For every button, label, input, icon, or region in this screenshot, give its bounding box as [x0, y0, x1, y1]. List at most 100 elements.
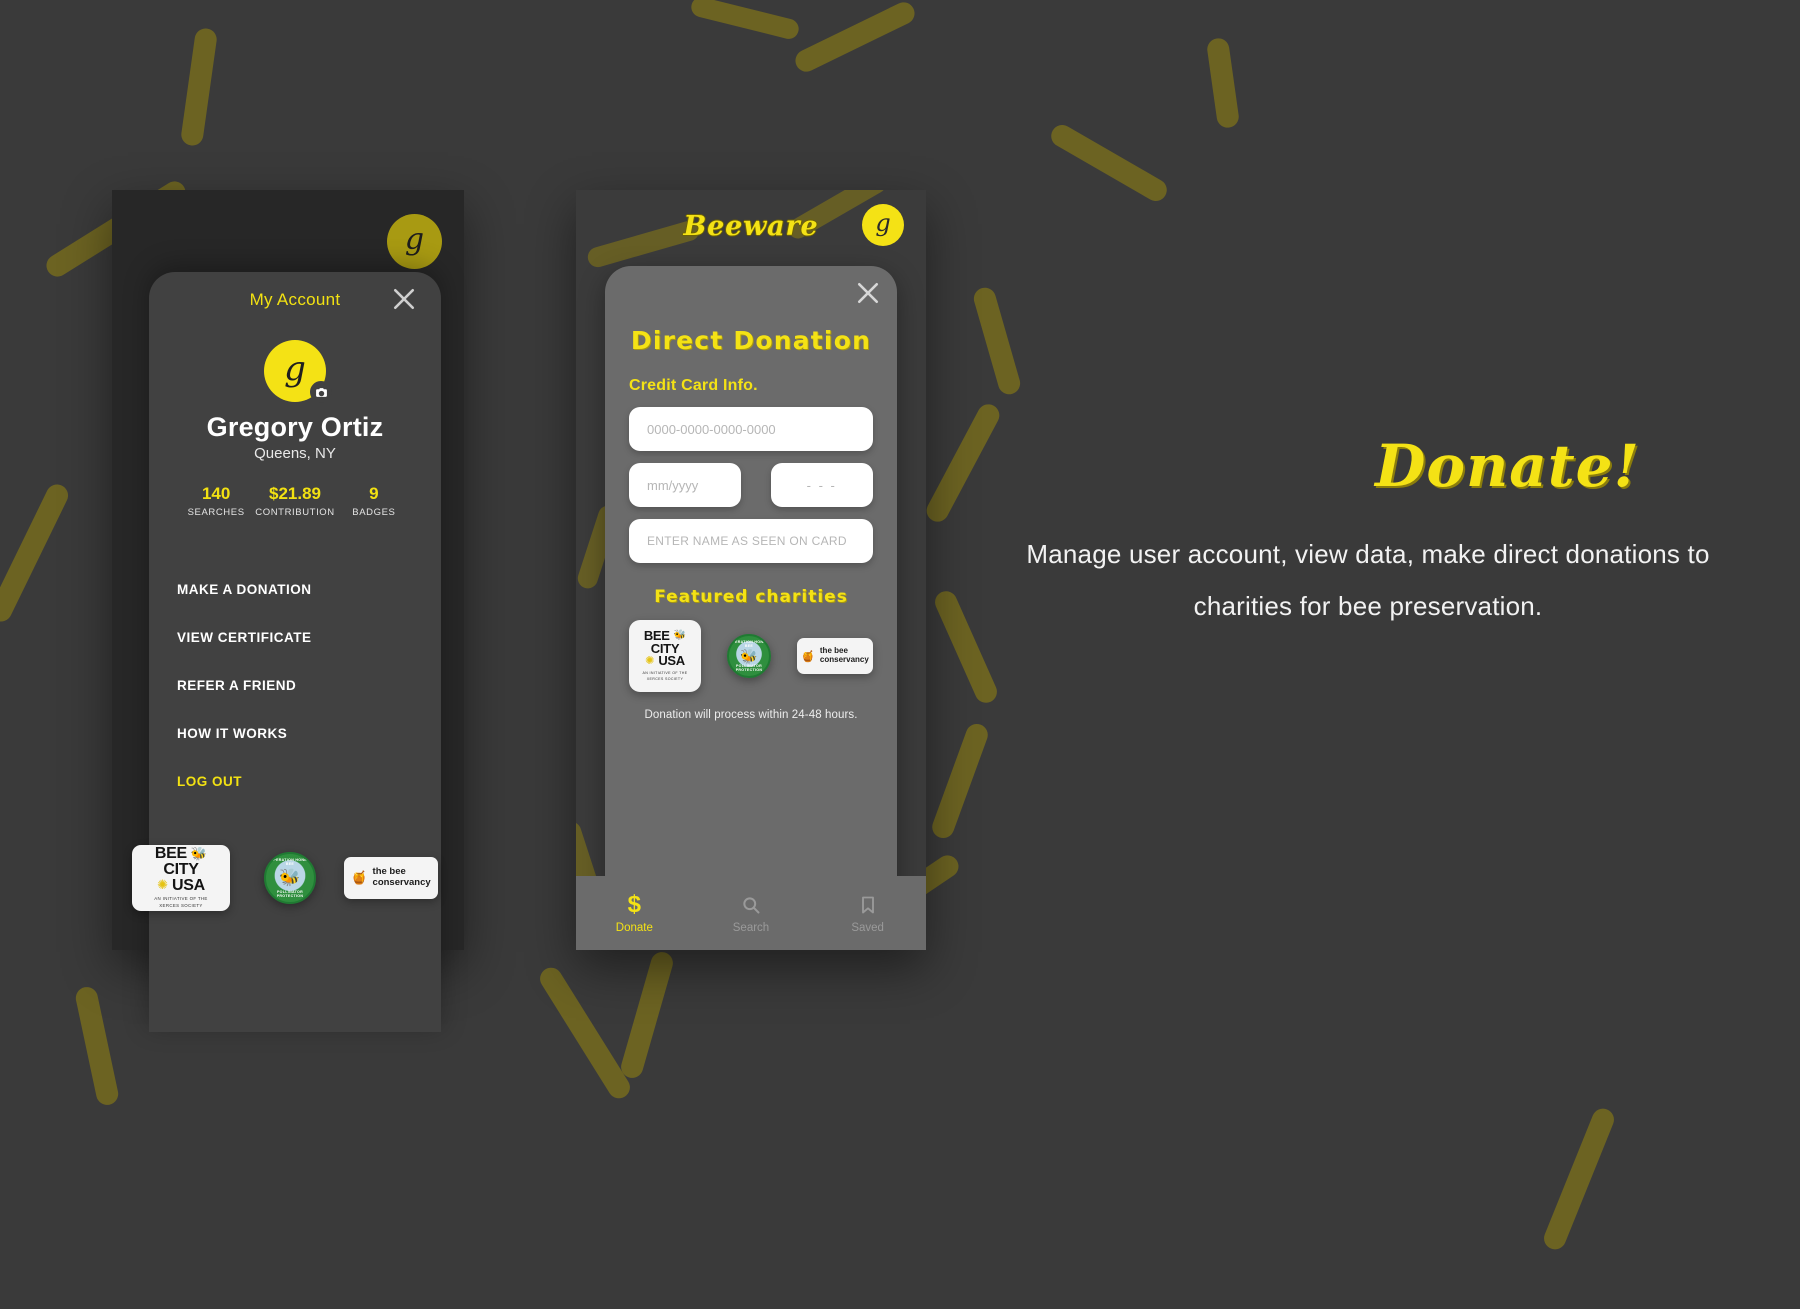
marketing-copy: Donate! Manage user account, view data, … [1018, 432, 1718, 632]
canvas: g My Account g Gregory Ortiz Queens, NY … [0, 0, 1800, 1309]
header-profile-badge[interactable]: g [862, 204, 904, 246]
logo-text-line2: conservancy [372, 877, 431, 888]
logo-subtext-2: XERCES SOCIETY [159, 903, 203, 909]
menu-item-view-certificate[interactable]: VIEW CERTIFICATE [177, 614, 413, 662]
stat-searches: 140 SEARCHES [177, 484, 255, 518]
account-menu: MAKE A DONATION VIEW CERTIFICATE REFER A… [177, 566, 413, 806]
logo-subtext-1: AN INITIATIVE OF THE [154, 896, 208, 902]
stat-value: 140 [201, 484, 231, 503]
app-brand-title: Beeware [683, 210, 819, 242]
logo-subtext-1: AN INITIATIVE OF THE [642, 671, 688, 676]
bookmark-icon [810, 892, 926, 918]
avatar[interactable]: g [264, 340, 332, 403]
decor-dash [1205, 36, 1241, 130]
cardholder-name-input[interactable] [629, 519, 873, 563]
flower-icon: ✺ [645, 655, 655, 668]
flower-icon: ✺ [157, 877, 168, 893]
decor-dash [1540, 1105, 1618, 1253]
tab-label: Search [732, 922, 770, 934]
decor-dash [929, 720, 991, 842]
logo-text-line2: CITY [163, 861, 199, 879]
sheet-header: My Account [177, 288, 415, 324]
stat-contribution: $21.89 CONTRIBUTION [255, 484, 335, 518]
decor-dash [791, 0, 919, 76]
expiry-cvv-row [629, 451, 873, 507]
stat-value: $21.89 [269, 484, 321, 503]
app-header: Beeware g [576, 190, 926, 262]
search-icon [693, 892, 809, 918]
phone-donate-screen: Beeware g Direct Donation Credit Card In… [576, 190, 926, 950]
logo-text-line1: BEE [154, 845, 187, 863]
marketing-headline: Donate! [1375, 432, 1640, 500]
bee-icon: 🐝 [673, 630, 687, 642]
menu-item-refer-a-friend[interactable]: REFER A FRIEND [177, 662, 413, 710]
logo-text-line2: conservancy [819, 655, 869, 664]
charity-logo-bee-city-usa[interactable]: BEE 🐝 CITY ✺ USA AN INITIATIVE OF THE XE… [132, 845, 230, 911]
menu-item-how-it-works[interactable]: HOW IT WORKS [177, 710, 413, 758]
charity-logo-the-bee-conservancy[interactable]: 🍯 the bee conservancy [344, 857, 438, 899]
menu-item-make-a-donation[interactable]: MAKE A DONATION [177, 566, 413, 614]
card-cvv-input[interactable] [770, 463, 873, 507]
bee-icon: 🐝 [279, 868, 301, 887]
decor-dash [922, 400, 1004, 526]
dollar-icon: $ [627, 891, 641, 918]
stat-label: CONTRIBUTION [255, 507, 335, 518]
direct-donation-sheet: Direct Donation Credit Card Info. Featur… [605, 266, 897, 950]
my-account-sheet: My Account g Gregory Ortiz Queens, NY 14… [149, 272, 441, 1032]
tab-saved[interactable]: Saved [810, 892, 926, 934]
featured-charities-title: Featured charities [654, 587, 848, 607]
logo-text-line3: USA [658, 653, 685, 669]
user-name: Gregory Ortiz [206, 412, 384, 442]
stat-badges: 9 BADGES [335, 484, 413, 518]
camera-icon[interactable] [310, 381, 332, 403]
donation-processing-note: Donation will process within 24-48 hours… [644, 709, 858, 721]
logo-text-line3: USA [172, 876, 205, 894]
bee-icon: 🐝 [740, 647, 758, 664]
stat-label: BADGES [352, 507, 396, 518]
decor-dash [618, 949, 676, 1081]
hive-icon: 🍯 [801, 650, 815, 663]
tab-donate[interactable]: $ Donate [577, 891, 693, 935]
phone-account-screen: g My Account g Gregory Ortiz Queens, NY … [112, 190, 464, 1032]
stat-value: 9 [369, 484, 379, 503]
charity-logo-bee-city-usa[interactable]: BEE 🐝 CITY ✺ USA AN INITIATIVE OF THE XE… [629, 620, 701, 692]
tab-search[interactable]: Search [693, 892, 809, 934]
logo-ring-bottom-text: POLLINATOR PROTECTION [735, 664, 763, 672]
logo-ring-top-text: OPERATION HONEY BEE [270, 858, 310, 866]
charity-logo-operation-honey-bee[interactable]: OPERATION HONEY BEE 🐝 POLLINATOR PROTECT… [727, 634, 771, 678]
logo-ring-bottom-text: POLLINATOR PROTECTION [276, 890, 304, 898]
close-icon[interactable] [853, 278, 883, 308]
avatar-g-glyph: g [284, 349, 306, 389]
stats-row: 140 SEARCHES $21.89 CONTRIBUTION 9 BADGE… [177, 484, 413, 518]
profile-block: g Gregory Ortiz Queens, NY 140 SEARCHES … [177, 340, 413, 518]
close-icon[interactable] [389, 284, 419, 314]
decor-dash [971, 285, 1023, 397]
card-expiry-input[interactable] [629, 463, 742, 507]
page-title: My Account [249, 290, 341, 309]
bottom-tab-bar: $ Donate Search Saved [576, 876, 926, 950]
menu-item-log-out[interactable]: LOG OUT [177, 758, 413, 806]
decor-dash [535, 963, 635, 1103]
charity-logo-operation-honey-bee[interactable]: OPERATION HONEY BEE 🐝 POLLINATOR PROTECT… [264, 852, 316, 904]
stat-label: SEARCHES [187, 507, 245, 518]
brand-g-glyph: g [875, 209, 891, 237]
decor-dash [179, 27, 219, 147]
hive-icon: 🍯 [351, 870, 368, 885]
charity-logo-the-bee-conservancy[interactable]: 🍯 the bee conservancy [797, 638, 873, 674]
card-number-input[interactable] [629, 407, 873, 451]
marketing-body: Manage user account, view data, make dir… [1026, 539, 1710, 621]
tab-label: Saved [851, 922, 884, 934]
brand-g-glyph: g [404, 221, 425, 257]
decor-dash [689, 0, 801, 42]
featured-charities-logos: BEE 🐝 CITY ✺ USA AN INITIATIVE OF THE XE… [629, 619, 873, 693]
user-location: Queens, NY [254, 445, 336, 462]
bee-icon: 🐝 [190, 845, 208, 861]
decor-dash [1047, 120, 1171, 206]
logo-subtext-2: XERCES SOCIETY [646, 676, 684, 681]
decor-dash [73, 985, 121, 1107]
credit-card-info-label: Credit Card Info. [629, 377, 758, 394]
decor-dash [0, 480, 72, 626]
charity-logo-strip: BEE 🐝 CITY ✺ USA AN INITIATIVE OF THE XE… [132, 838, 462, 918]
sheet-title: Direct Donation [630, 326, 872, 355]
header-profile-badge[interactable]: g [387, 214, 442, 269]
